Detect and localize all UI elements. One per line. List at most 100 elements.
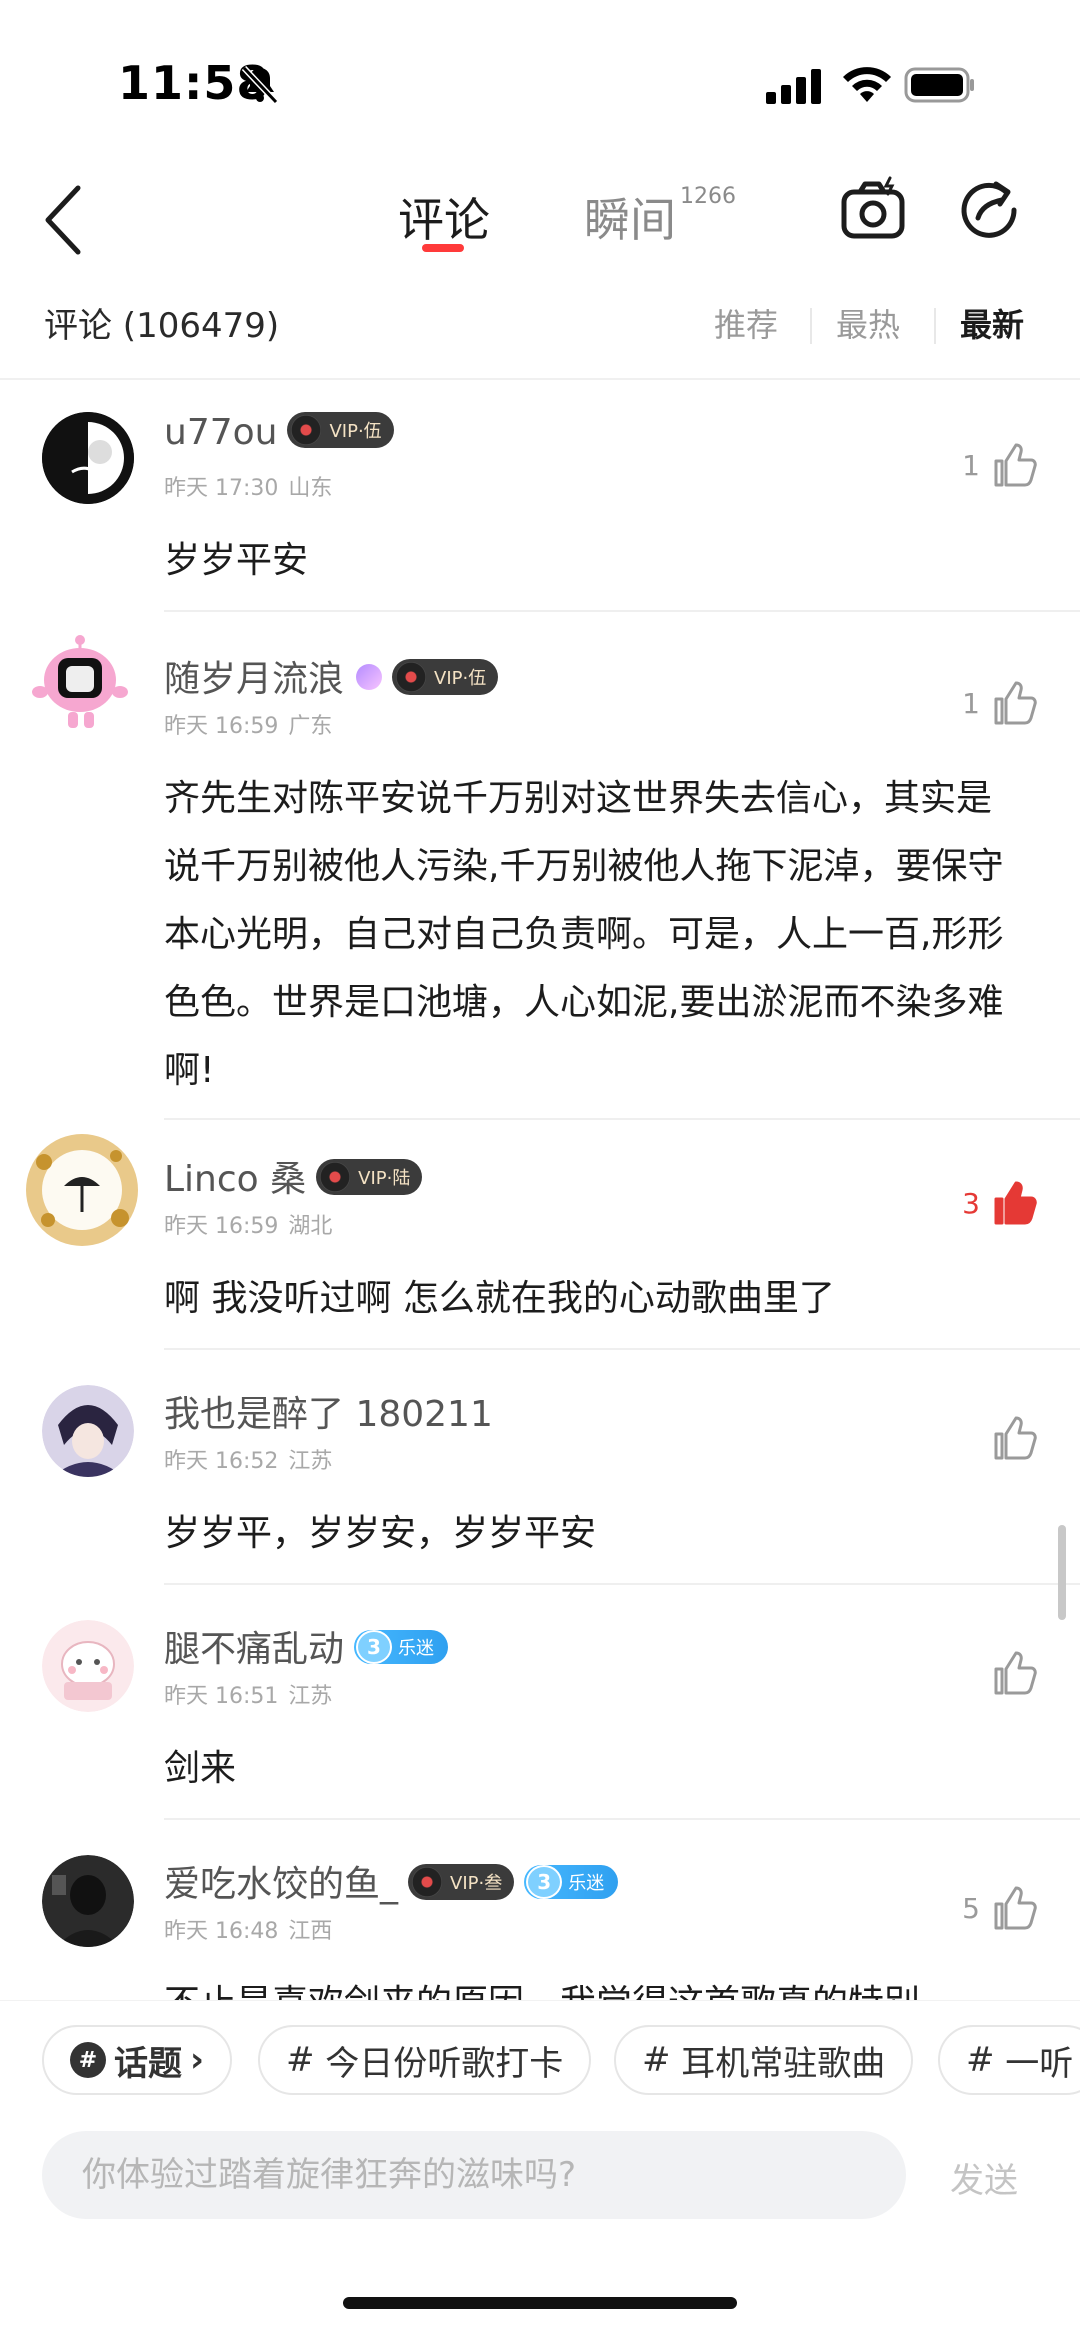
fan-level-badge[interactable]: 3 乐迷: [354, 1630, 449, 1664]
vip-badge[interactable]: VIP·伍: [392, 659, 499, 695]
topic-chip[interactable]: # 今日份听歌打卡: [258, 2025, 592, 2095]
battery-icon: [904, 67, 974, 103]
like-button[interactable]: 1: [962, 440, 1040, 490]
comment-text[interactable]: 齐先生对陈平安说千万别对这世界失去信心，其实是说千万别被他人污染,千万别被他人拖…: [164, 765, 1024, 1105]
avatar[interactable]: [42, 412, 134, 504]
username-text: 腿不痛乱动: [164, 1629, 345, 1670]
avatar-image: [42, 1620, 134, 1712]
topic-chip[interactable]: # 耳机常驻歌曲: [614, 2025, 914, 2095]
comment-text[interactable]: 岁岁平安: [164, 527, 1024, 595]
like-count: 5: [962, 1891, 980, 1925]
comment-username[interactable]: 爱吃水饺的鱼_ VIP·叁 3 乐迷: [164, 1855, 619, 1907]
vip-badge[interactable]: VIP·伍: [287, 412, 394, 448]
bell-muted-icon: [241, 65, 279, 105]
comment-item: 腿不痛乱动 3 乐迷 昨天 16:51 江苏 剑来: [0, 1600, 1080, 1820]
tab-comments[interactable]: 评论: [398, 184, 490, 250]
hash-icon: #: [70, 2042, 106, 2078]
like-count: 1: [962, 686, 980, 720]
send-button[interactable]: 发送: [950, 2153, 1018, 2202]
comment-divider: [164, 1348, 1080, 1350]
fan-heart-icon: 3: [356, 1630, 393, 1664]
hash-icon: #: [286, 2040, 326, 2080]
username-text: Linco 桑: [164, 1159, 307, 1200]
fan-level-badge[interactable]: 3 乐迷: [524, 1865, 619, 1899]
thumbs-up-icon: [994, 681, 1037, 725]
home-indicator[interactable]: [343, 2297, 737, 2309]
comment-input-row: 发送: [0, 2131, 1080, 2221]
thumbs-up-icon: [994, 1886, 1037, 1930]
camera-icon[interactable]: [838, 174, 910, 246]
vip-label: VIP·伍: [434, 668, 487, 689]
comment-composer: # 话题 › # 今日份听歌打卡 # 耳机常驻歌曲 # 一听 发送: [0, 2000, 1080, 2348]
vip-badge[interactable]: VIP·叁: [408, 1864, 515, 1900]
hash-icon: #: [642, 2040, 682, 2080]
comment-location: 山东: [288, 476, 333, 501]
like-button[interactable]: [980, 1413, 1040, 1463]
tab-moments-count: 1266: [680, 184, 736, 209]
avatar-image: [32, 635, 128, 728]
topics-label: 话题: [114, 2043, 182, 2084]
comment-text[interactable]: 岁岁平，岁岁安，岁岁平安: [164, 1500, 1024, 1568]
like-button[interactable]: 1: [962, 678, 1040, 728]
fan-heart-icon: 3: [526, 1865, 563, 1899]
thumbs-up-icon: [994, 443, 1037, 487]
comment-location: 江西: [288, 1919, 333, 1944]
comment-text[interactable]: 不止是喜欢剑来的原因，我觉得这首歌真的特别: [164, 1970, 1024, 2000]
comment-meta: 昨天 16:59 广东: [164, 708, 332, 740]
avatar[interactable]: [42, 1385, 134, 1477]
like-button[interactable]: 5: [962, 1883, 1040, 1933]
comment-meta: 昨天 17:30 山东: [164, 470, 332, 502]
avatar-image: [42, 412, 134, 504]
comment-location: 江苏: [288, 1449, 333, 1474]
comment-divider: [164, 1583, 1080, 1585]
vinyl-disc-icon: [396, 662, 427, 692]
comment-meta: 昨天 16:59 湖北: [164, 1208, 332, 1240]
comment-username[interactable]: 腿不痛乱动 3 乐迷: [164, 1620, 449, 1672]
comment-text[interactable]: 剑来: [164, 1735, 1024, 1803]
fan-label: 乐迷: [398, 1638, 435, 1659]
scrollbar-thumb[interactable]: [1058, 1525, 1066, 1620]
avatar[interactable]: [30, 634, 130, 734]
sort-bar: 评论 (106479) 推荐 最热 最新: [0, 290, 1080, 380]
active-tab-indicator: [422, 244, 464, 252]
sort-newest[interactable]: 最新: [960, 300, 1024, 346]
wifi-icon: [843, 67, 891, 102]
comment-date: 昨天 16:59: [164, 714, 279, 739]
comment-divider: [164, 1118, 1080, 1120]
like-button[interactable]: 3: [962, 1178, 1040, 1228]
comment-input[interactable]: [42, 2131, 906, 2219]
username-text: 我也是醉了 180211: [164, 1394, 493, 1435]
nav-header: 评论 瞬间 1266: [0, 160, 1080, 290]
share-icon[interactable]: [954, 174, 1026, 246]
sort-recommend[interactable]: 推荐: [714, 300, 778, 346]
avatar-image: [42, 1855, 134, 1947]
like-count: 1: [962, 448, 980, 482]
like-button[interactable]: [980, 1648, 1040, 1698]
avatar[interactable]: [42, 1855, 134, 1947]
tab-moments[interactable]: 瞬间: [584, 184, 676, 250]
vip-badge[interactable]: VIP·陆: [316, 1159, 423, 1195]
comment-username[interactable]: 随岁月流浪 VIP·伍: [164, 650, 499, 702]
cellular-signal-icon: [766, 69, 821, 104]
comment-date: 昨天 16:59: [164, 1214, 279, 1239]
avatar[interactable]: [24, 1132, 140, 1248]
username-text: u77ou: [164, 412, 278, 453]
thumbs-up-icon: [994, 1651, 1037, 1695]
avatar[interactable]: [42, 1620, 134, 1712]
back-arrow-icon[interactable]: [40, 180, 90, 260]
sort-hot[interactable]: 最热: [836, 300, 900, 346]
sort-divider: [810, 308, 812, 344]
comment-username[interactable]: u77ou VIP·伍: [164, 412, 394, 453]
avatar-image: [42, 1385, 134, 1477]
comment-text[interactable]: 啊 我没听过啊 怎么就在我的心动歌曲里了: [164, 1265, 1024, 1333]
comment-location: 广东: [288, 714, 333, 739]
comment-username[interactable]: Linco 桑 VIP·陆: [164, 1150, 423, 1202]
comment-divider: [164, 1818, 1080, 1820]
comment-username[interactable]: 我也是醉了 180211: [164, 1385, 493, 1437]
topic-chip[interactable]: # 一听: [938, 2025, 1080, 2095]
topics-button[interactable]: # 话题 ›: [42, 2025, 233, 2095]
comment-item: 随岁月流浪 VIP·伍 昨天 16:59 广东 齐先生对陈平安说千万别对这世界失去信…: [0, 630, 1080, 1120]
sort-divider: [934, 308, 936, 344]
topic-chip-row: # 话题 › # 今日份听歌打卡 # 耳机常驻歌曲 # 一听: [0, 2025, 1080, 2097]
comment-divider: [164, 610, 1080, 612]
